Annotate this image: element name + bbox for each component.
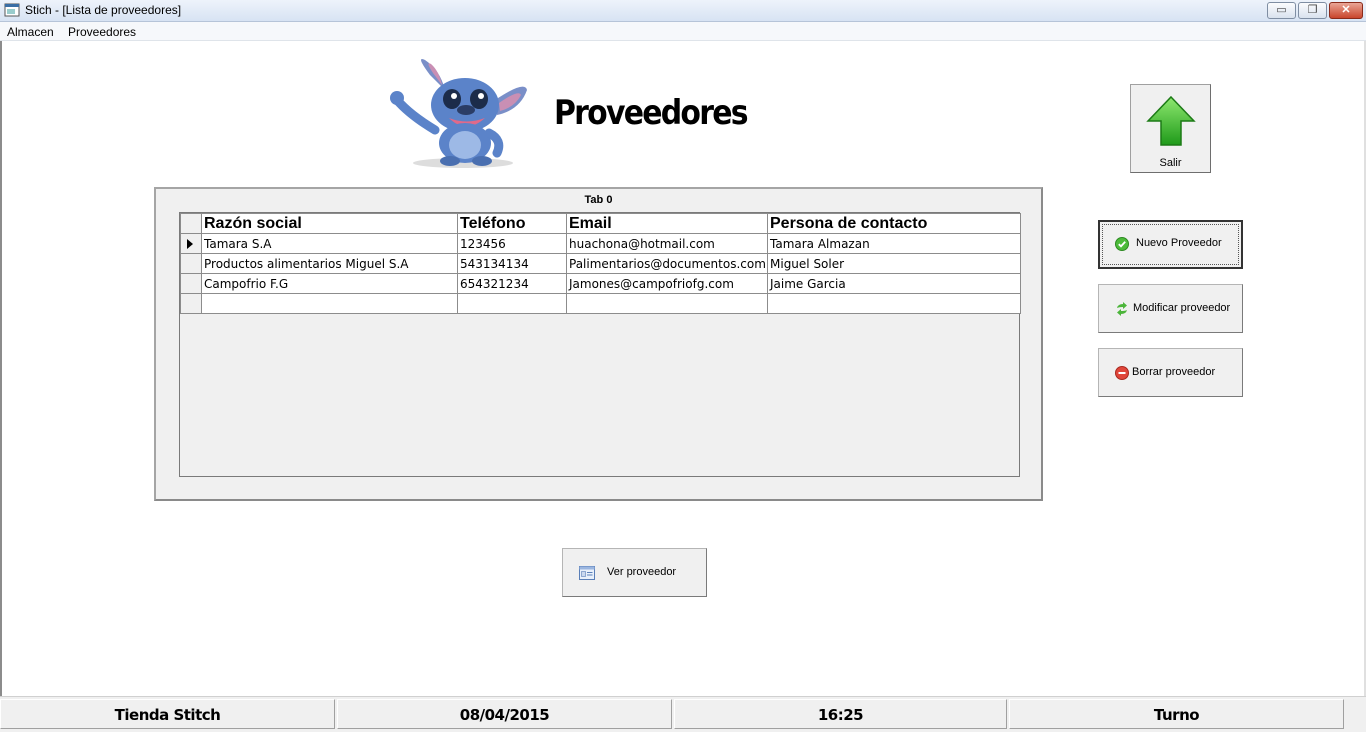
cell-telefono[interactable]: 123456 [457, 233, 567, 254]
cell-email-new[interactable] [566, 293, 768, 314]
card-view-icon [579, 566, 595, 580]
new-supplier-label: Nuevo Proveedor [1136, 237, 1222, 249]
cell-contacto[interactable]: Miguel Soler [767, 253, 1021, 274]
delete-supplier-label: Borrar proveedor [1132, 366, 1216, 378]
restore-icon: ❐ [1307, 4, 1318, 16]
exit-button[interactable]: Salir [1130, 84, 1211, 173]
row-selector[interactable] [180, 273, 202, 294]
edit-supplier-label: Modificar proveedor [1133, 302, 1231, 314]
app-icon [4, 3, 20, 17]
column-header-razon-social[interactable]: Razón social [201, 213, 458, 234]
row-selector[interactable] [180, 253, 202, 274]
grid-header-row: Razón social Teléfono Email Persona de c… [180, 213, 1021, 234]
green-check-icon [1115, 237, 1129, 251]
table-row[interactable]: Campofrio F.G 654321234 Jamones@campofri… [180, 273, 1021, 294]
cell-razon-social[interactable]: Campofrio F.G [201, 273, 458, 294]
cell-telefono[interactable]: 654321234 [457, 273, 567, 294]
restore-button[interactable]: ❐ [1298, 2, 1327, 19]
cell-telefono-new[interactable] [457, 293, 567, 314]
cell-razon-social-new[interactable] [201, 293, 458, 314]
minimize-button[interactable]: ▭ [1267, 2, 1296, 19]
row-header-corner[interactable] [180, 213, 202, 234]
new-supplier-button[interactable]: Nuevo Proveedor [1098, 220, 1243, 269]
cell-contacto[interactable]: Tamara Almazan [767, 233, 1021, 254]
tab-label[interactable]: Tab 0 [156, 194, 1041, 206]
view-supplier-button[interactable]: Ver proveedor [562, 548, 707, 597]
current-row-arrow-icon [187, 238, 193, 249]
table-row[interactable]: Tamara S.A 123456 huachona@hotmail.com T… [180, 233, 1021, 254]
cell-telefono[interactable]: 543134134 [457, 253, 567, 274]
status-bar: Tienda Stitch 08/04/2015 16:25 Turno [0, 696, 1366, 732]
column-header-email[interactable]: Email [566, 213, 768, 234]
cell-contacto-new[interactable] [767, 293, 1021, 314]
minimize-icon: ▭ [1276, 4, 1287, 16]
close-icon: ✕ [1341, 4, 1351, 16]
view-supplier-label: Ver proveedor [607, 566, 677, 578]
cell-email[interactable]: Jamones@campofriofg.com [566, 273, 768, 294]
refresh-arrows-icon [1117, 302, 1127, 316]
exit-button-label: Salir [1159, 157, 1182, 169]
page-title: Proveedores [554, 93, 749, 133]
cell-razon-social[interactable]: Tamara S.A [201, 233, 458, 254]
stitch-mascot-image [390, 59, 527, 168]
new-row[interactable] [180, 293, 1021, 314]
cell-email[interactable]: Palimentarios@documentos.com [566, 253, 768, 274]
status-time: 16:25 [674, 699, 1007, 729]
table-row[interactable]: Productos alimentarios Miguel S.A 543134… [180, 253, 1021, 274]
title-bar: Stich - [Lista de proveedores] ▭ ❐ ✕ [0, 0, 1366, 22]
menu-bar: Almacen Proveedores [0, 22, 1366, 41]
menu-proveedores[interactable]: Proveedores [68, 25, 136, 39]
delete-supplier-button[interactable]: Borrar proveedor [1098, 348, 1243, 397]
column-header-telefono[interactable]: Teléfono [457, 213, 567, 234]
close-button[interactable]: ✕ [1329, 2, 1363, 19]
window-title: Stich - [Lista de proveedores] [25, 3, 182, 17]
row-selector[interactable] [180, 233, 202, 254]
status-store: Tienda Stitch [0, 699, 335, 729]
menu-almacen[interactable]: Almacen [7, 25, 54, 39]
suppliers-grid[interactable]: Razón social Teléfono Email Persona de c… [179, 212, 1021, 477]
column-header-persona-contacto[interactable]: Persona de contacto [767, 213, 1021, 234]
cell-razon-social[interactable]: Productos alimentarios Miguel S.A [201, 253, 458, 274]
row-selector[interactable] [180, 293, 202, 314]
status-date: 08/04/2015 [337, 699, 672, 729]
edit-supplier-button[interactable]: Modificar proveedor [1098, 284, 1243, 333]
cell-contacto[interactable]: Jaime Garcia [767, 273, 1021, 294]
red-minus-icon [1115, 366, 1129, 380]
green-up-arrow-icon [1146, 95, 1196, 146]
tab-panel: Tab 0 Razón social Teléfono Email Person… [154, 187, 1043, 501]
status-shift: Turno [1009, 699, 1344, 729]
cell-email[interactable]: huachona@hotmail.com [566, 233, 768, 254]
